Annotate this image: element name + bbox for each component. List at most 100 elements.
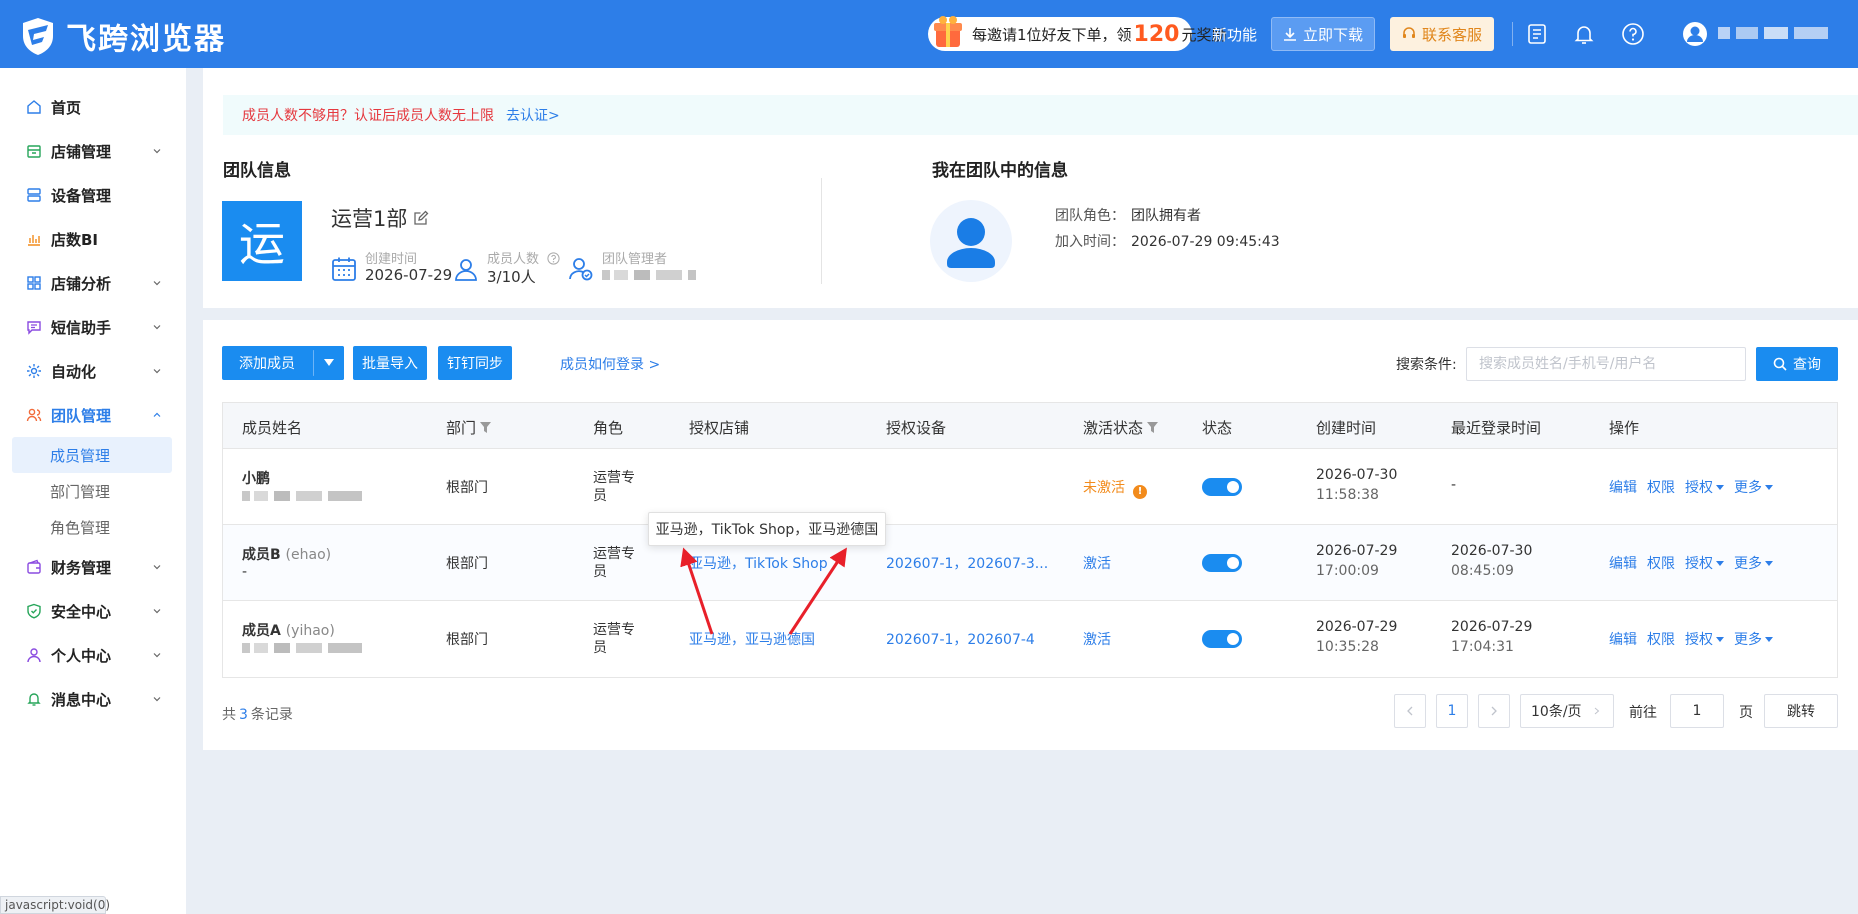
- filter-icon[interactable]: [480, 422, 492, 433]
- authorize-label: 授权: [1685, 480, 1713, 496]
- col-dept-label: 部门: [446, 419, 477, 437]
- table-row: 成员B (ehao) - 根部门 运营专员 亚马逊，TikTok Shop 20…: [223, 525, 1837, 601]
- sidebar-subitem-departments[interactable]: 部门管理: [12, 473, 172, 509]
- sidebar-item-security[interactable]: 安全中心: [0, 589, 186, 633]
- goto-page-input[interactable]: 1: [1670, 694, 1724, 728]
- authorize-label: 授权: [1685, 632, 1713, 648]
- sidebar-item-sms[interactable]: 短信助手: [0, 305, 186, 349]
- authorize-dropdown[interactable]: 授权: [1685, 629, 1724, 649]
- activation-status: 激活: [1083, 556, 1111, 572]
- more-dropdown[interactable]: 更多: [1734, 553, 1773, 573]
- customer-service-button[interactable]: 联系客服: [1390, 17, 1494, 51]
- sidebar-item-personal[interactable]: 个人中心: [0, 633, 186, 677]
- sidebar-item-analysis[interactable]: 店铺分析: [0, 261, 186, 305]
- invite-banner[interactable]: 每邀请1位好友下单，领 120 元奖励: [928, 16, 1227, 51]
- admin-label: 团队管理者: [602, 252, 668, 267]
- sidebar-item-device[interactable]: 设备管理: [0, 173, 186, 217]
- members-label-text: 成员人数: [487, 252, 540, 267]
- member-role: 运营专员: [593, 546, 635, 580]
- sidebar: 首页 店铺管理 设备管理 店数BI 店铺分析 短信助手 自动化 团队管理 成员管…: [0, 68, 186, 914]
- prev-page-button[interactable]: [1394, 694, 1426, 728]
- last-clock: 08:45:09: [1451, 563, 1514, 579]
- edit-link[interactable]: 编辑: [1609, 477, 1637, 497]
- sidebar-item-label: 自动化: [51, 362, 97, 381]
- filter-icon[interactable]: [1147, 422, 1159, 433]
- created-date: 2026-07-29: [1316, 543, 1398, 559]
- col-created: 创建时间: [1316, 419, 1377, 437]
- page-size-select[interactable]: 10条/页: [1520, 694, 1614, 728]
- row-actions: 编辑 权限 授权 更多: [1609, 553, 1773, 573]
- download-button[interactable]: 立即下载: [1271, 17, 1375, 51]
- page-unit-label: 页: [1739, 705, 1753, 721]
- username-masked[interactable]: [1718, 27, 1828, 39]
- caret-down-icon: [324, 359, 334, 366]
- edit-icon[interactable]: [413, 210, 429, 226]
- user-avatar-icon: [947, 218, 995, 268]
- question-icon[interactable]: [547, 252, 560, 265]
- sidebar-subitem-roles[interactable]: 角色管理: [12, 509, 172, 545]
- dingtalk-sync-button[interactable]: 钉钉同步: [438, 346, 512, 380]
- activation-status: 激活: [1083, 632, 1111, 648]
- sidebar-item-store[interactable]: 店铺管理: [0, 129, 186, 173]
- permission-link[interactable]: 权限: [1647, 553, 1675, 573]
- new-features-link[interactable]: 新功能: [1212, 24, 1257, 45]
- batch-import-button[interactable]: 批量导入: [353, 346, 427, 380]
- shops-tooltip: 亚马逊，TikTok Shop，亚马逊德国: [648, 512, 886, 546]
- status-toggle[interactable]: [1202, 630, 1242, 648]
- download-label: 立即下载: [1302, 25, 1363, 44]
- sidebar-item-label: 安全中心: [51, 602, 112, 621]
- more-dropdown[interactable]: 更多: [1734, 629, 1773, 649]
- authorize-dropdown[interactable]: 授权: [1685, 477, 1724, 497]
- authorized-shops[interactable]: 亚马逊，TikTok Shop: [689, 553, 828, 573]
- authorized-devices[interactable]: 202607-1，202607-3...: [886, 553, 1048, 573]
- col-dept[interactable]: 部门: [446, 417, 492, 438]
- avatar-icon[interactable]: [1682, 21, 1708, 47]
- total-number: 3: [239, 707, 248, 723]
- jump-button[interactable]: 跳转: [1764, 694, 1838, 728]
- authorized-shops[interactable]: 亚马逊，亚马逊德国: [689, 629, 815, 649]
- authorized-devices[interactable]: 202607-1，202607-4: [886, 629, 1035, 649]
- col-ops: 操作: [1609, 419, 1640, 437]
- certify-link[interactable]: 去认证>: [506, 105, 560, 125]
- how-login-link[interactable]: 成员如何登录 >: [560, 354, 660, 374]
- col-activation[interactable]: 激活状态: [1083, 417, 1159, 438]
- sidebar-subitem-members[interactable]: 成员管理: [12, 437, 172, 473]
- search-input[interactable]: [1466, 347, 1746, 381]
- panel-divider: [821, 178, 822, 284]
- more-dropdown[interactable]: 更多: [1734, 477, 1773, 497]
- col-shops: 授权店铺: [689, 419, 750, 437]
- add-member-dropdown[interactable]: [314, 346, 344, 380]
- edit-link[interactable]: 编辑: [1609, 553, 1637, 573]
- member-role: 运营专员: [593, 622, 635, 656]
- goto-label: 前往: [1629, 705, 1657, 721]
- sidebar-item-home[interactable]: 首页: [0, 85, 186, 129]
- query-button[interactable]: 查询: [1756, 347, 1838, 381]
- document-icon[interactable]: [1525, 22, 1549, 46]
- gift-icon: [934, 16, 962, 47]
- wallet-icon: [27, 559, 41, 574]
- authorize-dropdown[interactable]: 授权: [1685, 553, 1724, 573]
- created-label: 创建时间: [365, 252, 418, 267]
- sidebar-item-team[interactable]: 团队管理: [0, 393, 186, 437]
- sidebar-item-automation[interactable]: 自动化: [0, 349, 186, 393]
- device-icon: [27, 188, 41, 202]
- activation-text: 未激活: [1083, 480, 1125, 496]
- sidebar-item-label: 财务管理: [51, 558, 112, 577]
- page-number-current[interactable]: 1: [1436, 694, 1468, 728]
- table-header: 成员姓名 部门 角色 授权店铺 授权设备 激活状态 状态 创建时间 最近登录时间…: [223, 403, 1837, 449]
- status-toggle[interactable]: [1202, 554, 1242, 572]
- permission-link[interactable]: 权限: [1647, 629, 1675, 649]
- sidebar-item-messages[interactable]: 消息中心: [0, 677, 186, 721]
- sidebar-item-finance[interactable]: 财务管理: [0, 545, 186, 589]
- more-label: 更多: [1734, 480, 1762, 496]
- edit-link[interactable]: 编辑: [1609, 629, 1637, 649]
- status-toggle[interactable]: [1202, 478, 1242, 496]
- permission-link[interactable]: 权限: [1647, 477, 1675, 497]
- help-icon[interactable]: [1621, 22, 1645, 46]
- sidebar-item-bi[interactable]: 店数BI: [0, 217, 186, 261]
- next-page-button[interactable]: [1478, 694, 1510, 728]
- invite-amount: 120: [1133, 21, 1180, 47]
- bell-icon[interactable]: [1572, 22, 1596, 46]
- app-logo[interactable]: 飞跨浏览器: [20, 14, 226, 58]
- created-time: 2026-07-29 10:35:28: [1316, 617, 1397, 657]
